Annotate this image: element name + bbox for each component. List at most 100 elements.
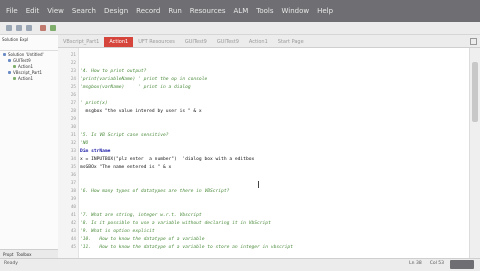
line-number: 35	[70, 165, 76, 170]
code-text: '9. What is option explicit	[80, 229, 155, 234]
line-number: 23	[70, 69, 76, 74]
test-icon	[8, 58, 11, 62]
line-number: 43	[70, 229, 76, 234]
code-line: 45 '11. How to know the datatype of a var…	[58, 244, 470, 252]
open-icon[interactable]	[16, 25, 22, 31]
menu-item[interactable]: View	[47, 7, 64, 15]
properties-tab[interactable]: Propt	[3, 252, 13, 257]
code-text: 'print(variableName) ' print the op in c…	[80, 77, 208, 82]
code-line: 32 'NO	[58, 140, 470, 148]
menu-item[interactable]: Search	[72, 7, 96, 15]
line-number: 40	[70, 205, 76, 210]
code-line: 42 '8. Is it possible to use a variable w…	[58, 220, 470, 228]
line-number: 45	[70, 245, 76, 250]
save-icon[interactable]	[26, 25, 32, 31]
code-line: 36	[58, 172, 470, 180]
tab-action1[interactable]: Action1	[244, 37, 273, 47]
line-number: 28	[70, 109, 76, 114]
action-icon	[13, 64, 16, 68]
tree-item[interactable]: Action1	[0, 75, 58, 81]
menu-item[interactable]: Tools	[256, 7, 273, 15]
code-editor[interactable]: 21 22 23 '4. How to print output? 24 'print(v…	[58, 48, 470, 258]
tab-start-page[interactable]: Start Page	[273, 37, 309, 47]
code-line: 24 'print(variableName) ' print the op in…	[58, 76, 470, 84]
tree-item-label: VBscript_Part1	[13, 69, 43, 75]
code-line: 44 '10. How to know the datatype of a var…	[58, 236, 470, 244]
code-line: 37	[58, 180, 470, 188]
menu-item[interactable]: File	[6, 7, 18, 15]
line-number: 31	[70, 133, 76, 138]
solution-explorer: Solution Expl Solution 'Untitled' GUITest…	[0, 35, 59, 258]
code-line: 39	[58, 196, 470, 204]
solution-explorer-title: Solution Expl	[2, 37, 29, 42]
line-number: 44	[70, 237, 76, 242]
line-number: 37	[70, 181, 76, 186]
line-number: 34	[70, 157, 76, 162]
line-number: 26	[70, 93, 76, 98]
line-number: 41	[70, 213, 76, 218]
tab-vbscript-part1[interactable]: VBscript_Part1	[58, 37, 104, 47]
menu-item[interactable]: Edit	[26, 7, 40, 15]
line-number: 33	[70, 149, 76, 154]
tree-item-label: Solution 'Untitled'	[8, 51, 44, 57]
status-text: Ready	[4, 261, 18, 266]
tree-item-label: Action1	[18, 63, 34, 69]
menu-item[interactable]: Run	[168, 7, 181, 15]
menu-item[interactable]: Record	[136, 7, 160, 15]
code-line: 31 '5. Is VB Script case sensitive?	[58, 132, 470, 140]
code-text: '6. How many types of datatypes are ther…	[80, 189, 230, 194]
line-number: 27	[70, 101, 76, 106]
tab-guitest9[interactable]: GUITest9	[212, 37, 244, 47]
code-line: 33 Dim strName	[58, 148, 470, 156]
code-text: x = INPUTBOX("plz enter a number") 'dial…	[80, 157, 255, 162]
toolbox-tab[interactable]: Toolbox	[16, 252, 31, 257]
tab-guitest9[interactable]: GUITest9	[180, 37, 212, 47]
line-number: 21	[70, 53, 76, 58]
code-line: 26	[58, 92, 470, 100]
code-line: 29	[58, 116, 470, 124]
code-text: '5. Is VB Script case sensitive?	[80, 133, 169, 138]
test-icon	[8, 70, 11, 74]
tree-item-label: GUITest9	[13, 57, 31, 63]
code-line: 34 x = INPUTBOX("plz enter a number") 'di…	[58, 156, 470, 164]
code-text: '11. How to know the datatype of a varia…	[80, 245, 293, 250]
new-icon[interactable]	[6, 25, 12, 31]
action-icon	[13, 76, 16, 80]
code-text: msGBOx "The name entered is " & x	[80, 165, 172, 170]
status-badge	[450, 260, 474, 269]
line-number: 25	[70, 85, 76, 90]
code-line: 27 ' print(x)	[58, 100, 470, 108]
line-number: 30	[70, 125, 76, 130]
menu-item[interactable]: Help	[317, 7, 333, 15]
run-icon[interactable]	[50, 25, 56, 31]
code-line: 35 msGBOx "The name entered is " & x	[58, 164, 470, 172]
toolbar	[0, 22, 480, 35]
line-number: 38	[70, 189, 76, 194]
code-line: 28 msgbox "the value intered by user is …	[58, 108, 470, 116]
code-text: '7. What are string, integer w.r.t. Vbsc…	[80, 213, 202, 218]
tab-uft-resources[interactable]: UFT Resources	[133, 37, 180, 47]
line-number: 39	[70, 197, 76, 202]
sidebar-bottom-tabs: Propt Toolbox	[0, 249, 58, 258]
menu-item[interactable]: Resources	[190, 7, 226, 15]
tab-action1[interactable]: Action1	[104, 37, 134, 47]
line-indicator: Ln 38	[409, 261, 422, 266]
tab-menu-icon[interactable]	[470, 38, 477, 45]
code-line: 43 '9. What is option explicit	[58, 228, 470, 236]
code-text: '8. Is it possible to use a variable wit…	[80, 221, 271, 226]
text-cursor	[258, 181, 259, 188]
menu-item[interactable]: Design	[104, 7, 128, 15]
vertical-scrollbar[interactable]	[469, 48, 480, 258]
scrollbar-thumb[interactable]	[472, 62, 478, 122]
code-text: msgbox "the value intered by user is " &…	[80, 109, 202, 114]
document-tabs: VBscript_Part1 Action1 UFT Resources GUITes…	[58, 35, 480, 48]
test-icon	[3, 52, 6, 56]
line-number: 29	[70, 117, 76, 122]
menu-item[interactable]: ALM	[234, 7, 249, 15]
menu-item[interactable]: Window	[282, 7, 310, 15]
record-icon[interactable]	[40, 25, 46, 31]
code-text: '10. How to know the datatype of a varia…	[80, 237, 205, 242]
line-number: 24	[70, 77, 76, 82]
code-line: 41 '7. What are string, integer w.r.t. Vb…	[58, 212, 470, 220]
code-line: 40	[58, 204, 470, 212]
